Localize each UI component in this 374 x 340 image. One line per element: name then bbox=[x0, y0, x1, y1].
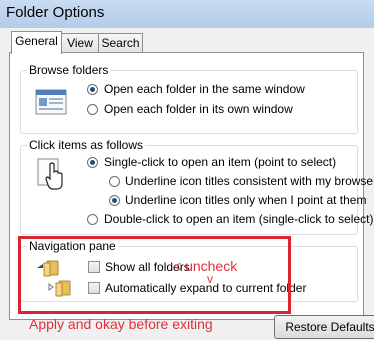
title-bar: Folder Options bbox=[0, 0, 374, 28]
browse-folders-title: Browse folders bbox=[27, 63, 111, 77]
underline-point-label[interactable]: Underline icon titles only when I point … bbox=[125, 193, 366, 207]
click-items-title: Click items as follows bbox=[27, 138, 146, 152]
hand-pointer-icon bbox=[37, 158, 63, 190]
restore-defaults-button[interactable]: Restore Defaults bbox=[274, 315, 374, 339]
own-window-radio[interactable] bbox=[87, 104, 98, 115]
apply-note-annotation: Apply and okay before exiting bbox=[29, 316, 213, 332]
uncheck-annotation: < uncheck bbox=[173, 258, 238, 274]
single-click-radio[interactable] bbox=[87, 157, 98, 168]
underline-browser-radio[interactable] bbox=[109, 176, 120, 187]
annotation-highlight-box bbox=[18, 236, 291, 314]
browse-folders-icon bbox=[35, 89, 67, 115]
same-window-radio[interactable] bbox=[87, 84, 98, 95]
single-click-label[interactable]: Single-click to open an item (point to s… bbox=[104, 155, 336, 169]
underline-point-radio[interactable] bbox=[109, 195, 120, 206]
click-items-group: Click items as follows Single-click to o… bbox=[20, 138, 374, 235]
double-click-radio[interactable] bbox=[87, 214, 98, 225]
arrow-annotation: v bbox=[207, 272, 213, 286]
browse-folders-group: Browse folders Open each folder in the s… bbox=[20, 63, 358, 134]
own-window-label[interactable]: Open each folder in its own window bbox=[104, 102, 293, 116]
underline-browser-label[interactable]: Underline icon titles consistent with my… bbox=[125, 174, 374, 188]
double-click-label[interactable]: Double-click to open an item (single-cli… bbox=[104, 212, 373, 226]
window-title: Folder Options bbox=[6, 4, 105, 21]
same-window-label[interactable]: Open each folder in the same window bbox=[104, 82, 305, 96]
tab-search[interactable]: Search bbox=[98, 33, 143, 53]
tab-view[interactable]: View bbox=[61, 33, 99, 53]
tab-general[interactable]: General bbox=[11, 31, 62, 54]
